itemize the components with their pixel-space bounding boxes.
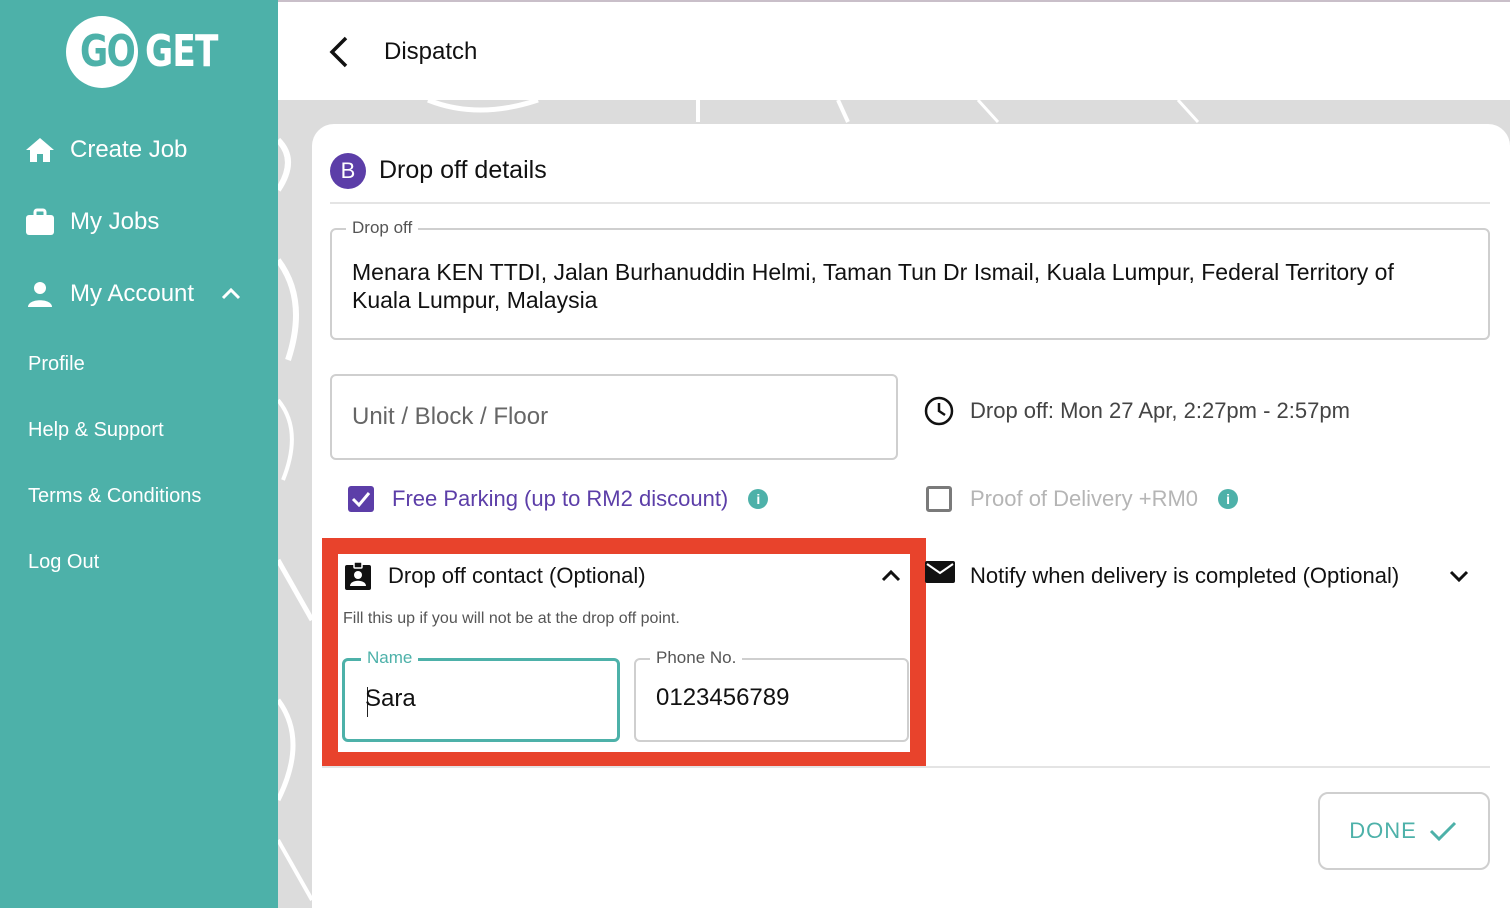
- contact-badge-icon: [342, 560, 374, 592]
- address-value: Menara KEN TTDI, Jalan Burhanuddin Helmi…: [352, 259, 1394, 313]
- sidebar-item-terms[interactable]: Terms & Conditions: [28, 485, 201, 508]
- card-title: Drop off details: [379, 156, 547, 184]
- chevron-up-icon: [220, 287, 242, 301]
- contact-toggle[interactable]: Drop off contact (Optional): [342, 560, 902, 592]
- dropoff-time: Drop off: Mon 27 Apr, 2:27pm - 2:57pm: [924, 396, 1350, 426]
- contact-name-field[interactable]: Name Sara: [342, 648, 620, 742]
- sidebar-item-create-job[interactable]: Create Job: [24, 134, 187, 166]
- page-title: Dispatch: [384, 38, 478, 65]
- proof-delivery-checkbox[interactable]: [926, 486, 952, 512]
- contact-title: Drop off contact (Optional): [388, 563, 646, 588]
- sidebar-item-my-account[interactable]: My Account: [24, 278, 242, 310]
- free-parking-row: Free Parking (up to RM2 discount) i: [348, 486, 769, 512]
- divider: [322, 766, 1490, 768]
- mail-icon: [924, 560, 956, 592]
- info-icon[interactable]: i: [1218, 489, 1239, 509]
- sidebar-item-label: Create Job: [70, 136, 188, 163]
- clock-icon: [924, 396, 954, 426]
- sidebar-item-label: My Jobs: [70, 208, 160, 235]
- chevron-up-icon[interactable]: [880, 569, 902, 583]
- name-legend: Name: [361, 648, 419, 668]
- home-icon: [24, 134, 56, 166]
- sidebar-item-my-jobs[interactable]: My Jobs: [24, 206, 159, 238]
- chevron-down-icon[interactable]: [1446, 563, 1472, 589]
- sidebar-item-logout[interactable]: Log Out: [28, 551, 99, 574]
- dropoff-time-text: Drop off: Mon 27 Apr, 2:27pm - 2:57pm: [970, 398, 1350, 423]
- free-parking-label[interactable]: Free Parking (up to RM2 discount): [392, 486, 728, 512]
- logo-go-text: GO: [80, 26, 136, 77]
- divider: [330, 202, 1490, 204]
- stop-badge: B: [330, 153, 366, 189]
- sidebar: GO GET Create Job My Jobs My Account Pro…: [0, 0, 278, 908]
- info-icon[interactable]: i: [748, 489, 769, 509]
- proof-delivery-label[interactable]: Proof of Delivery +RM0: [970, 486, 1198, 512]
- dropoff-card: B Drop off details Drop off Menara KEN T…: [312, 124, 1510, 908]
- header: Dispatch: [278, 0, 1510, 100]
- unit-field[interactable]: [330, 374, 898, 460]
- contact-help-text: Fill this up if you will not be at the d…: [343, 610, 680, 627]
- back-arrow-icon[interactable]: [326, 34, 356, 70]
- contact-name-input[interactable]: Sara: [365, 685, 416, 713]
- dropoff-address-field[interactable]: Drop off Menara KEN TTDI, Jalan Burhanud…: [330, 218, 1490, 340]
- address-legend: Drop off: [346, 218, 419, 238]
- contact-phone-field[interactable]: Phone No. 0123456789: [634, 648, 909, 742]
- person-icon: [24, 278, 56, 310]
- notify-label: Notify when delivery is completed (Optio…: [970, 563, 1400, 588]
- logo-get-text: GET: [145, 26, 218, 77]
- sidebar-item-label: My Account: [70, 280, 195, 307]
- proof-delivery-row: Proof of Delivery +RM0 i: [926, 486, 1239, 512]
- checkmark-icon: [1427, 815, 1459, 847]
- phone-legend: Phone No.: [650, 648, 743, 668]
- contact-phone-input[interactable]: 0123456789: [656, 684, 789, 712]
- notify-toggle[interactable]: Notify when delivery is completed (Optio…: [924, 560, 1472, 592]
- done-label: DONE: [1349, 818, 1417, 843]
- free-parking-checkbox[interactable]: [348, 486, 374, 512]
- sidebar-item-help-support[interactable]: Help & Support: [28, 419, 164, 442]
- sidebar-item-profile[interactable]: Profile: [28, 353, 85, 376]
- unit-input[interactable]: [332, 376, 896, 458]
- briefcase-icon: [24, 206, 56, 238]
- done-button[interactable]: DONE: [1318, 792, 1490, 870]
